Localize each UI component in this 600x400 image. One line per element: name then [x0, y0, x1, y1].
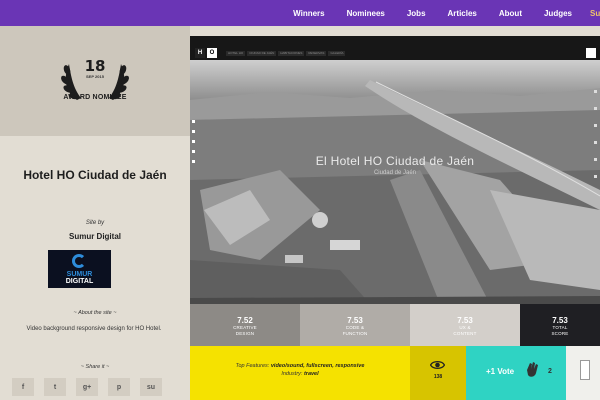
twitter-icon: t — [53, 383, 57, 391]
author-logo-line2: DIGITAL — [65, 278, 94, 285]
nav-links: Winners Nominees Jobs Articles About Jud… — [271, 0, 600, 26]
video-background: El Hotel HO Ciudad de Jaén Ciudad de Jaé… — [190, 60, 600, 304]
features-prefix: Top Features: — [235, 363, 271, 369]
score-ux: 7.53 UX & CONTENT — [410, 304, 520, 346]
score-design-value: 7.52 — [237, 316, 253, 325]
stumbleupon-icon: su — [146, 383, 156, 391]
preview-tab[interactable]: CIUDAD DE JAÉN — [247, 51, 277, 56]
nav-item-winners[interactable]: Winners — [293, 9, 325, 18]
badge-date: SEP 2015 — [86, 74, 104, 79]
badge-day: 18 — [84, 57, 106, 75]
score-total-label: TOTAL SCORE — [551, 325, 569, 336]
share-title: ~ Share it ~ — [80, 364, 110, 370]
badge-label: AWARD NOMINEE — [63, 94, 127, 101]
score-design: 7.52 CREATIVE DESIGN — [190, 304, 300, 346]
share-buttons: f t g+ p su — [12, 378, 162, 400]
industry-value: travel — [303, 371, 319, 377]
views-count: 138 — [433, 374, 443, 380]
pinterest-share-button[interactable]: p — [108, 378, 130, 396]
score-total: 7.53 TOTAL SCORE — [520, 304, 600, 346]
pinterest-icon: p — [116, 383, 122, 391]
nav-item-articles[interactable]: Articles — [448, 9, 477, 18]
score-total-value: 7.53 — [552, 316, 568, 325]
sumur-logo-icon — [72, 254, 86, 268]
score-code-value: 7.53 — [347, 316, 363, 325]
video-title: El Hotel HO Ciudad de Jaén — [315, 154, 475, 168]
facebook-share-button[interactable]: f — [12, 378, 34, 396]
author-logo[interactable]: SUMUR DIGITAL — [48, 250, 111, 288]
industry-prefix: Industry: — [281, 371, 304, 377]
site-preview[interactable]: H O HOTEL HO CIUDAD DE JAÉN HABITACIONES… — [190, 36, 600, 304]
vote-label: +1 Vote — [486, 367, 515, 376]
features-list: video/sound, fullscreen, responsive — [270, 363, 365, 369]
score-code: 7.53 CODE & FUNCTION — [300, 304, 410, 346]
googleplus-share-button[interactable]: g+ — [76, 378, 98, 396]
features-text: Top Features: video/sound, fullscreen, r… — [218, 362, 382, 378]
vote-button[interactable]: +1 Vote 2 — [466, 346, 566, 400]
author-logo-line1: SUMUR — [66, 271, 93, 278]
score-ux-label: UX & CONTENT — [453, 325, 477, 336]
vote-row: Top Features: video/sound, fullscreen, r… — [190, 346, 600, 400]
googleplus-icon: g+ — [82, 383, 92, 391]
site-author[interactable]: Sumur Digital — [0, 232, 190, 241]
sidebar: Hotel HO Ciudad de Jaén Site by Sumur Di… — [0, 136, 190, 400]
site-by-label: Site by — [85, 220, 105, 226]
score-code-label: CODE & FUNCTION — [342, 325, 368, 336]
views-counter: 138 — [410, 346, 466, 400]
score-ux-value: 7.53 — [457, 316, 473, 325]
nav-item-judges[interactable]: Judges — [544, 9, 572, 18]
phone-icon — [580, 360, 590, 380]
menu-icon[interactable] — [586, 48, 596, 58]
award-badge: 18 SEP 2015 AWARD NOMINEE — [0, 26, 190, 136]
score-design-label: CREATIVE DESIGN — [233, 325, 257, 336]
top-nav: Winners Nominees Jobs Articles About Jud… — [0, 0, 600, 26]
about-text: Video background responsive design for H… — [26, 326, 162, 332]
facebook-icon: f — [21, 383, 25, 391]
eye-icon — [430, 360, 445, 370]
aerial-city-image — [190, 60, 600, 304]
nav-item-about[interactable]: About — [499, 9, 522, 18]
preview-tabs: HOTEL HO CIUDAD DE JAÉN HABITACIONES RES… — [226, 51, 347, 56]
preview-tab[interactable]: HOTEL HO — [226, 51, 246, 56]
preview-tab[interactable]: RESERVAS — [306, 51, 327, 56]
nav-item-nominees[interactable]: Nominees — [347, 9, 385, 18]
stumbleupon-share-button[interactable]: su — [140, 378, 162, 396]
vote-count: 2 — [548, 368, 552, 375]
preview-toolbar: H O HOTEL HO CIUDAD DE JAÉN HABITACIONES… — [190, 36, 600, 60]
nav-item-jobs[interactable]: Jobs — [407, 9, 426, 18]
clap-icon — [527, 362, 538, 377]
nav-item-submit[interactable]: Su — [590, 9, 600, 18]
score-row: 7.52 CREATIVE DESIGN 7.53 CODE & FUNCTION … — [190, 304, 600, 346]
left-slide-nav[interactable] — [192, 120, 196, 170]
twitter-share-button[interactable]: t — [44, 378, 66, 396]
features-panel: Top Features: video/sound, fullscreen, r… — [190, 346, 410, 400]
preview-logo-o[interactable]: O — [207, 48, 217, 58]
video-subtitle: Ciudad de Jaén — [373, 170, 417, 176]
preview-tab[interactable]: GALERÍA — [328, 51, 346, 56]
preview-tab[interactable]: HABITACIONES — [278, 51, 305, 56]
preview-logo-h[interactable]: H — [195, 48, 205, 58]
phone-preview-button[interactable] — [566, 346, 600, 400]
right-slide-nav[interactable] — [594, 90, 597, 192]
about-title: ~ About the site ~ — [73, 310, 117, 316]
site-title: Hotel HO Ciudad de Jaén — [23, 168, 167, 182]
